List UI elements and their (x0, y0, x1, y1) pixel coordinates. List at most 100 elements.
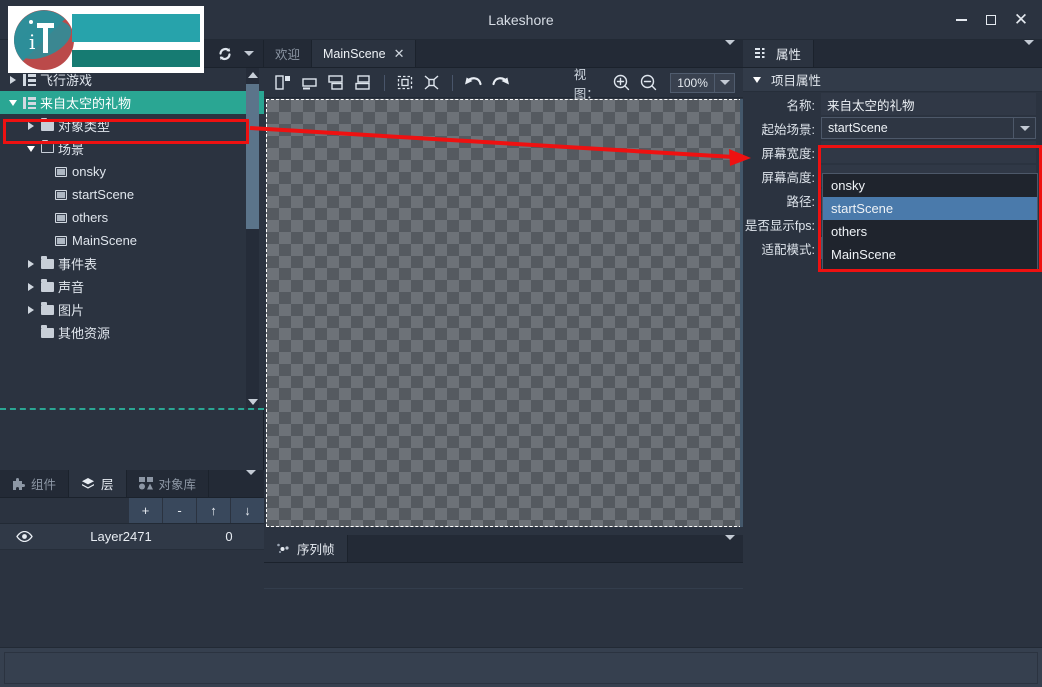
toolbar-separator (452, 75, 453, 91)
maximize-button[interactable] (976, 6, 1006, 34)
tab-layers-label: 层 (101, 474, 114, 493)
document-tabs-menu-icon[interactable] (725, 40, 735, 45)
tree-item[interactable]: MainScene (0, 229, 264, 252)
scene-icon (52, 236, 70, 246)
tree-item-selected[interactable]: 来自太空的礼物 (0, 91, 264, 114)
remove-layer-button[interactable]: - (163, 498, 196, 523)
tree-item-label: 场景 (56, 139, 84, 158)
project-icon (20, 97, 38, 109)
dropdown-option[interactable]: MainScene (823, 243, 1037, 266)
sequence-panel-menu-icon[interactable] (725, 535, 735, 540)
tab-object-library[interactable]: 对象库 (127, 470, 210, 497)
toolbar-separator (384, 75, 385, 91)
select-all-button[interactable] (394, 71, 417, 95)
add-layer-button[interactable]: + (129, 498, 162, 523)
tab-welcome[interactable]: 欢迎 (264, 40, 312, 67)
scene-canvas[interactable] (266, 99, 742, 527)
start-scene-value: startScene (828, 121, 1013, 135)
properties-group-header[interactable]: 项目属性 (743, 68, 1042, 92)
properties-icon (755, 47, 770, 60)
tree-item-label: 来自太空的礼物 (38, 93, 131, 112)
align-horizontal-button[interactable] (326, 71, 349, 95)
property-label: 起始场景: (743, 119, 821, 138)
tree-toggle-icon[interactable] (6, 76, 20, 84)
close-button[interactable]: ✕ (1006, 6, 1036, 34)
fit-selection-button[interactable] (421, 71, 444, 95)
tree-item[interactable]: 场景 (0, 137, 264, 160)
tree-item-label: onsky (70, 164, 106, 179)
tree-toggle-icon[interactable] (24, 260, 38, 268)
project-tree-scrollbar[interactable] (246, 68, 259, 408)
layer-row[interactable]: Layer2471 0 (0, 524, 264, 550)
redo-button[interactable] (489, 71, 512, 95)
property-label: 是否显示fps: (743, 215, 821, 234)
project-panel-menu-icon[interactable] (244, 51, 254, 56)
align-vertical-button[interactable] (352, 71, 375, 95)
minimize-button[interactable] (946, 6, 976, 34)
sequence-frame-body[interactable] (264, 563, 743, 589)
app-window: Lakeshore ✕ i 项目 (0, 0, 1042, 687)
tree-toggle-icon[interactable] (24, 283, 38, 291)
tab-sequence-frames[interactable]: 序列帧 (264, 535, 348, 562)
tree-item[interactable]: onsky (0, 160, 264, 183)
tab-components[interactable]: 组件 (0, 470, 69, 497)
move-layer-up-button[interactable]: ↑ (197, 498, 230, 523)
start-scene-select[interactable]: startScene (821, 117, 1036, 139)
tree-toggle-icon[interactable] (24, 146, 38, 152)
screen-width-field[interactable] (821, 141, 1036, 163)
chevron-down-icon[interactable] (1013, 118, 1035, 138)
project-name-field[interactable]: 来自太空的礼物 (821, 93, 1036, 115)
dropdown-overflow (823, 266, 1037, 272)
move-layer-down-button[interactable]: ↓ (231, 498, 264, 523)
properties-panel-menu-icon[interactable] (1024, 40, 1034, 45)
dropdown-option-selected[interactable]: startScene (823, 197, 1037, 220)
tree-toggle-icon[interactable] (24, 306, 38, 314)
scroll-down-button[interactable] (246, 395, 259, 408)
zoom-out-button[interactable] (637, 71, 660, 95)
start-scene-dropdown-list[interactable]: onsky startScene others MainScene (822, 173, 1038, 269)
tab-mainscene[interactable]: MainScene ✕ (312, 40, 416, 67)
folder-icon (38, 121, 56, 131)
layer-name: Layer2471 (48, 529, 194, 544)
scene-icon (52, 167, 70, 177)
layer-value: 0 (194, 529, 264, 544)
zoom-in-button[interactable] (611, 71, 634, 95)
tab-layers[interactable]: 层 (69, 470, 127, 497)
tab-object-library-label: 对象库 (159, 474, 197, 493)
folder-icon (38, 282, 56, 292)
dropdown-option[interactable]: onsky (823, 174, 1037, 197)
undo-button[interactable] (462, 71, 485, 95)
panel-splitter[interactable] (0, 408, 264, 410)
project-tree[interactable]: 飞行游戏 来自太空的礼物 对象类型 场景 onsky (0, 68, 264, 408)
zoom-level-select[interactable]: 100% (670, 73, 735, 93)
project-icon (20, 74, 38, 86)
scroll-up-button[interactable] (246, 68, 259, 81)
tree-item[interactable]: startScene (0, 183, 264, 206)
align-bottom-button[interactable] (299, 71, 322, 95)
dropdown-option[interactable]: others (823, 220, 1037, 243)
property-row-screen-width: 屏幕宽度: (743, 140, 1042, 164)
refresh-icon[interactable] (217, 46, 233, 62)
tree-item-label: others (70, 210, 108, 225)
object-library-icon (139, 477, 153, 490)
scrollbar-thumb[interactable] (246, 84, 259, 229)
chevron-down-icon[interactable] (714, 74, 734, 92)
tree-item[interactable]: 事件表 (0, 252, 264, 275)
tree-item[interactable]: 声音 (0, 275, 264, 298)
tab-properties[interactable]: 属性 (743, 40, 814, 67)
scene-canvas-container (264, 99, 743, 535)
layers-panel-menu-icon[interactable] (246, 470, 256, 475)
close-tab-icon[interactable]: ✕ (394, 46, 405, 62)
collapse-icon[interactable] (753, 77, 761, 83)
tree-item[interactable]: 对象类型 (0, 114, 264, 137)
align-left-button[interactable] (272, 71, 295, 95)
tree-toggle-icon[interactable] (24, 122, 38, 130)
tree-item[interactable]: 图片 (0, 298, 264, 321)
maximize-icon (986, 15, 996, 25)
tree-item[interactable]: others (0, 206, 264, 229)
svg-text:i: i (29, 30, 35, 54)
eye-icon[interactable] (0, 531, 48, 542)
tree-toggle-icon[interactable] (6, 100, 20, 106)
tree-item[interactable]: 其他资源 (0, 321, 264, 344)
sequence-tab-bar: 序列帧 (264, 535, 743, 563)
